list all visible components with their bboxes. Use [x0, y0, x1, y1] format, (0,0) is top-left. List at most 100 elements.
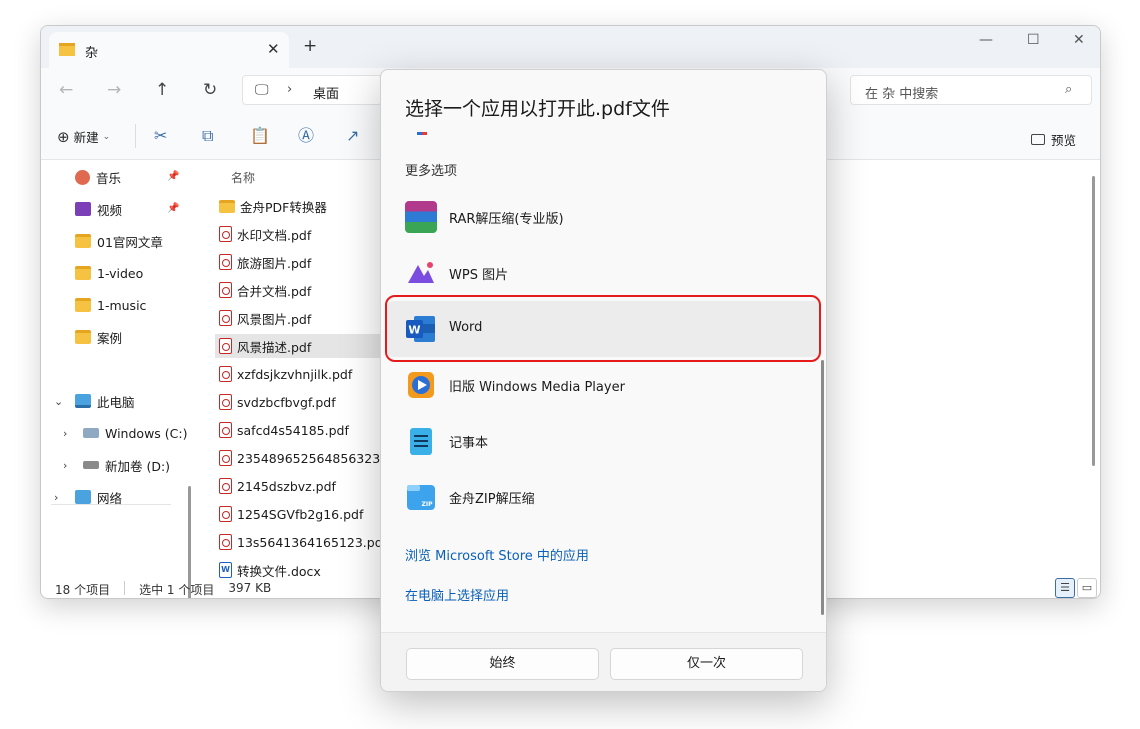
sidebar-item-network[interactable]: 网络: [75, 487, 122, 507]
browse-store-link[interactable]: 浏览 Microsoft Store 中的应用: [405, 545, 589, 564]
sidebar-item-drive-c[interactable]: Windows (C:): [83, 423, 187, 443]
cut-icon[interactable]: ✂: [154, 126, 167, 146]
pdf-file-icon: [219, 366, 232, 382]
choose-app-on-pc-link[interactable]: 在电脑上选择应用: [405, 585, 509, 604]
column-header-name[interactable]: 名称: [231, 169, 255, 186]
preview-pane-icon: [1031, 134, 1045, 145]
details-view-icon[interactable]: ☰: [1055, 578, 1075, 598]
chevron-right-icon[interactable]: ›: [54, 491, 58, 504]
minimize-icon[interactable]: —: [979, 32, 993, 48]
copy-icon[interactable]: ⧉: [202, 126, 213, 146]
list-item[interactable]: svdzbcfbvgf.pdf: [215, 390, 385, 414]
pdf-file-icon: [219, 450, 232, 466]
content-scrollbar[interactable]: [1092, 176, 1095, 466]
address-bar[interactable]: 🖵 › 桌面: [242, 75, 382, 105]
sidebar-item-label: 案例: [97, 330, 123, 346]
folder-icon: [219, 199, 235, 213]
list-item[interactable]: 2145dszbvz.pdf: [215, 474, 385, 498]
list-item-selected[interactable]: 风景描述.pdf: [215, 334, 385, 358]
list-item[interactable]: 水印文档.pdf: [215, 222, 385, 246]
share-icon[interactable]: ↗: [346, 126, 359, 146]
search-icon: ⌕: [1065, 82, 1073, 97]
open-with-dialog: 选择一个应用以打开此.pdf文件 更多选项 RAR解压缩(专业版) WPS 图片…: [380, 69, 827, 692]
breadcrumb-desktop[interactable]: 桌面: [313, 83, 339, 102]
paste-icon[interactable]: 📋: [250, 126, 270, 146]
sidebar-item-cases[interactable]: 案例: [75, 327, 122, 347]
navigation-pane: 音乐 📌 视频 📌 01官网文章 1-video 1-music 案例 ⌄ 此电…: [41, 161, 191, 598]
app-option-media-player[interactable]: 旧版 Windows Media Player: [387, 357, 821, 413]
sidebar-item-music[interactable]: 音乐: [75, 167, 121, 187]
just-once-button[interactable]: 仅一次: [610, 648, 803, 680]
chevron-right-icon[interactable]: ›: [63, 459, 67, 472]
refresh-icon[interactable]: ↻: [203, 80, 217, 100]
svg-text:ZIP: ZIP: [422, 501, 434, 508]
rar-icon: [405, 201, 437, 233]
list-item[interactable]: 1254SGVfb2g16.pdf: [215, 502, 385, 526]
file-name: xzfdsjkzvhnjilk.pdf: [237, 366, 353, 382]
list-item[interactable]: 金舟PDF转换器: [215, 194, 385, 218]
list-item[interactable]: W 转换文件.docx: [215, 558, 385, 582]
app-option-rar[interactable]: RAR解压缩(专业版): [387, 189, 821, 245]
chevron-down-icon[interactable]: ⌄: [54, 395, 63, 408]
list-item[interactable]: 合并文档.pdf: [215, 278, 385, 302]
dialog-scrollbar[interactable]: [821, 360, 824, 615]
list-item[interactable]: 旅游图片.pdf: [215, 250, 385, 274]
list-item[interactable]: safcd4s54185.pdf: [215, 418, 385, 442]
music-icon: [75, 169, 90, 185]
dialog-footer: 始终 仅一次: [381, 632, 826, 691]
tab-title: 杂: [85, 46, 99, 61]
sidebar-item-1-video[interactable]: 1-video: [75, 263, 143, 283]
file-name: 转换文件.docx: [237, 563, 321, 579]
file-name: 金舟PDF转换器: [240, 199, 327, 215]
breadcrumb-chevron-icon: ›: [287, 82, 293, 97]
sidebar-item-label: 01官网文章: [97, 234, 163, 250]
close-window-icon[interactable]: ✕: [1073, 32, 1085, 48]
pdf-file-icon: [219, 506, 232, 522]
list-item[interactable]: 235489652564856323.pdf: [215, 446, 385, 470]
list-item[interactable]: 13s5641364165123.pdf: [215, 530, 385, 554]
new-tab-icon[interactable]: +: [303, 38, 317, 55]
forward-arrow-icon[interactable]: →: [107, 80, 121, 100]
chevron-right-icon[interactable]: ›: [63, 427, 67, 440]
tiles-view-icon[interactable]: ▭: [1077, 578, 1097, 598]
wps-picture-icon: [408, 262, 434, 283]
tab-current-folder[interactable]: 杂 ✕: [49, 32, 289, 68]
drive-icon: [83, 461, 99, 469]
list-item[interactable]: xzfdsjkzvhnjilk.pdf: [215, 362, 385, 386]
app-icon-partial: [417, 132, 427, 135]
sidebar-item-drive-d[interactable]: 新加卷 (D:): [83, 455, 170, 475]
app-label: WPS 图片: [449, 268, 509, 283]
sidebar-item-01-articles[interactable]: 01官网文章: [75, 231, 163, 251]
pdf-file-icon: [219, 394, 232, 410]
maximize-icon[interactable]: ☐: [1027, 32, 1040, 48]
network-icon: [75, 490, 91, 504]
pin-icon[interactable]: 📌: [167, 203, 179, 214]
back-arrow-icon[interactable]: ←: [59, 80, 73, 100]
list-item[interactable]: 风景图片.pdf: [215, 306, 385, 330]
app-option-zip[interactable]: ZIP 金舟ZIP解压缩: [387, 469, 821, 525]
rename-icon[interactable]: Ⓐ: [298, 126, 314, 146]
sidebar-item-1-music[interactable]: 1-music: [75, 295, 146, 315]
pin-icon[interactable]: 📌: [167, 171, 179, 182]
up-arrow-icon[interactable]: ↑: [155, 80, 169, 100]
file-name: 2145dszbvz.pdf: [237, 478, 336, 494]
file-name: 水印文档.pdf: [237, 227, 312, 243]
pdf-file-icon: [219, 422, 232, 438]
selected-size: 397 KB: [228, 581, 272, 595]
toolbar-divider: [135, 124, 136, 148]
sidebar-item-label: 网络: [97, 490, 123, 506]
sidebar-item-label: 音乐: [96, 170, 122, 186]
preview-button[interactable]: 预览: [1031, 130, 1076, 149]
close-tab-icon[interactable]: ✕: [267, 40, 280, 58]
search-box[interactable]: 在 杂 中搜索 ⌕: [850, 75, 1092, 105]
folder-icon: [75, 234, 91, 248]
sidebar-item-video[interactable]: 视频: [75, 199, 122, 219]
search-input[interactable]: 在 杂 中搜索: [865, 83, 938, 102]
new-button[interactable]: ⊕ 新建 ⌄: [57, 127, 110, 146]
always-button[interactable]: 始终: [406, 648, 599, 680]
sidebar-item-this-pc[interactable]: 此电脑: [75, 391, 135, 411]
app-option-notepad[interactable]: 记事本: [387, 413, 821, 469]
more-options-heading: 更多选项: [405, 164, 458, 179]
app-option-wps-picture[interactable]: WPS 图片: [387, 245, 821, 301]
video-icon: [75, 202, 91, 216]
